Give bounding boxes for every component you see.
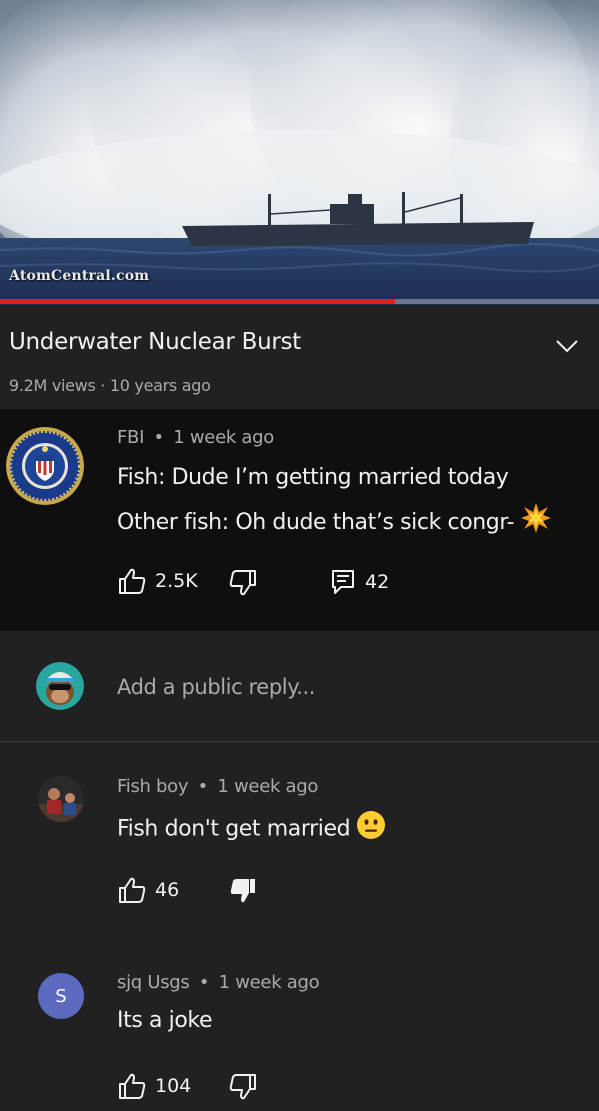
thumbs-down-filled-icon: [230, 879, 255, 903]
main-comment: FBI • 1 week ago Fish: Dude I’m getting …: [0, 409, 599, 631]
reply-author[interactable]: Fish boy: [117, 776, 189, 797]
video-progress-bar[interactable]: [0, 299, 599, 304]
comment-icon: [332, 570, 354, 594]
thumbs-up-icon: [119, 568, 146, 594]
reply-input[interactable]: Add a public reply...: [117, 675, 315, 699]
video-watermark: AtomCentral.com: [9, 268, 150, 284]
video-meta: 9.2M views · 10 years ago: [9, 376, 211, 395]
collision-emoji-icon: [520, 503, 552, 540]
fish-boy-avatar-icon[interactable]: [38, 776, 84, 822]
reply-time: 1 week ago: [217, 776, 319, 797]
divider: [0, 741, 599, 742]
separator-dot: •: [197, 776, 209, 797]
letter-avatar[interactable]: S: [38, 973, 84, 1019]
thumbs-up-icon: [119, 1073, 146, 1099]
like-button[interactable]: 46: [117, 876, 179, 904]
like-button[interactable]: 104: [117, 1072, 191, 1100]
like-count: 104: [155, 1075, 192, 1097]
reply-time: 1 week ago: [218, 972, 320, 993]
replies-button[interactable]: 42: [331, 569, 389, 595]
neutral-face-emoji-icon: [356, 811, 386, 846]
comment-line-2-text: Other fish: Oh dude that’s sick congr-: [117, 510, 515, 535]
reply-text-content: Fish don't get married: [117, 816, 351, 842]
reply-header: sjq Usgs • 1 week ago: [117, 972, 320, 993]
comment-header: FBI • 1 week ago: [117, 427, 274, 448]
like-count: 2.5K: [155, 570, 198, 592]
like-button[interactable]: 2.5K: [117, 567, 198, 595]
reply-box: Add a public reply...: [0, 631, 599, 742]
thumbs-down-icon: [229, 570, 256, 596]
reply-author[interactable]: sjq Usgs: [117, 972, 190, 993]
reply-text: Fish don't get married: [117, 811, 386, 846]
like-count: 46: [155, 879, 180, 901]
comment-author[interactable]: FBI: [117, 427, 144, 448]
video-title: Underwater Nuclear Burst: [9, 329, 301, 355]
separator-dot: •: [198, 972, 210, 993]
reply-text: Its a joke: [117, 1008, 213, 1033]
dislike-button[interactable]: [228, 569, 258, 597]
thumbs-up-icon: [119, 877, 146, 903]
video-player[interactable]: AtomCentral.com: [0, 0, 599, 305]
video-info: Underwater Nuclear Burst 9.2M views · 10…: [0, 305, 599, 409]
reply-count: 42: [365, 571, 390, 593]
fbi-seal-icon[interactable]: [6, 427, 84, 505]
dislike-button[interactable]: [228, 877, 258, 905]
video-progress-fill: [0, 299, 396, 304]
dislike-button[interactable]: [228, 1073, 258, 1101]
reply-header: Fish boy • 1 week ago: [117, 776, 318, 797]
thumbs-down-icon: [229, 1074, 256, 1100]
chevron-down-icon[interactable]: [552, 331, 582, 361]
separator-dot: •: [153, 427, 165, 448]
comment-line-2: Other fish: Oh dude that’s sick congr-: [117, 503, 552, 540]
video-frame: [0, 0, 599, 305]
comment-time: 1 week ago: [173, 427, 274, 448]
user-avatar-icon[interactable]: [36, 662, 84, 710]
avatar-letter: S: [55, 985, 67, 1007]
comment-line-1: Fish: Dude I’m getting married today: [117, 465, 509, 490]
